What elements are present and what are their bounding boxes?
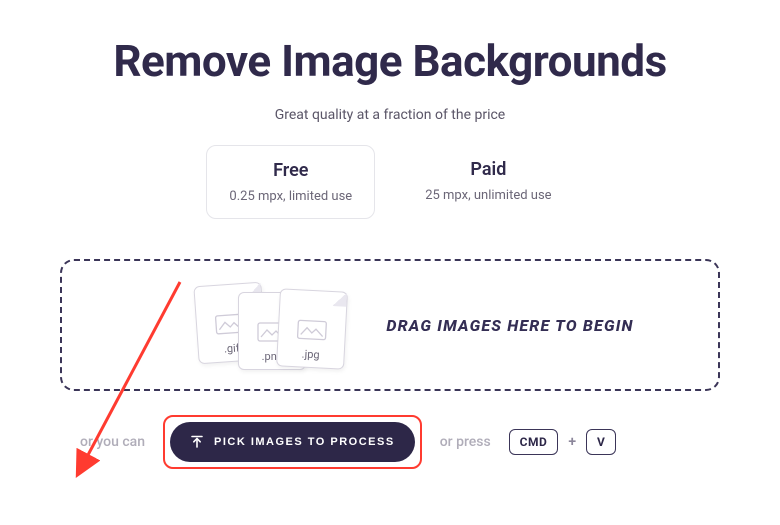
actions-suffix: or press xyxy=(440,434,491,450)
pick-button-highlight: PICK IMAGES TO PROCESS xyxy=(163,415,422,469)
key-v: V xyxy=(586,429,616,455)
actions-prefix: or you can xyxy=(80,434,145,450)
page-title: Remove Image Backgrounds xyxy=(60,35,720,87)
tier-paid[interactable]: Paid 25 mpx, unlimited use xyxy=(403,145,573,219)
tier-free[interactable]: Free 0.25 mpx, limited use xyxy=(206,145,375,219)
tier-paid-detail: 25 mpx, unlimited use xyxy=(425,188,551,203)
tier-free-detail: 0.25 mpx, limited use xyxy=(229,189,352,204)
image-icon xyxy=(297,319,328,341)
key-plus: + xyxy=(568,434,576,450)
dropzone[interactable]: .gif .png .jpg DRAG IMAGES HERE TO BEGIN xyxy=(60,259,720,391)
upload-icon xyxy=(190,435,204,449)
file-type-illustration: .gif .png .jpg xyxy=(196,280,336,370)
pick-images-button[interactable]: PICK IMAGES TO PROCESS xyxy=(170,422,415,462)
page-subtitle: Great quality at a fraction of the price xyxy=(60,107,720,123)
keyboard-shortcut: CMD + V xyxy=(509,429,617,455)
dropzone-prompt: DRAG IMAGES HERE TO BEGIN xyxy=(386,316,633,335)
pick-button-label: PICK IMAGES TO PROCESS xyxy=(214,436,395,448)
tier-paid-title: Paid xyxy=(425,159,551,180)
tier-free-title: Free xyxy=(229,160,352,181)
pricing-tiers: Free 0.25 mpx, limited use Paid 25 mpx, … xyxy=(60,145,720,219)
actions-row: or you can PICK IMAGES TO PROCESS or pre… xyxy=(60,415,720,469)
key-cmd: CMD xyxy=(509,429,559,455)
file-ext-label: .jpg xyxy=(302,348,321,362)
file-card-jpg: .jpg xyxy=(276,288,348,369)
